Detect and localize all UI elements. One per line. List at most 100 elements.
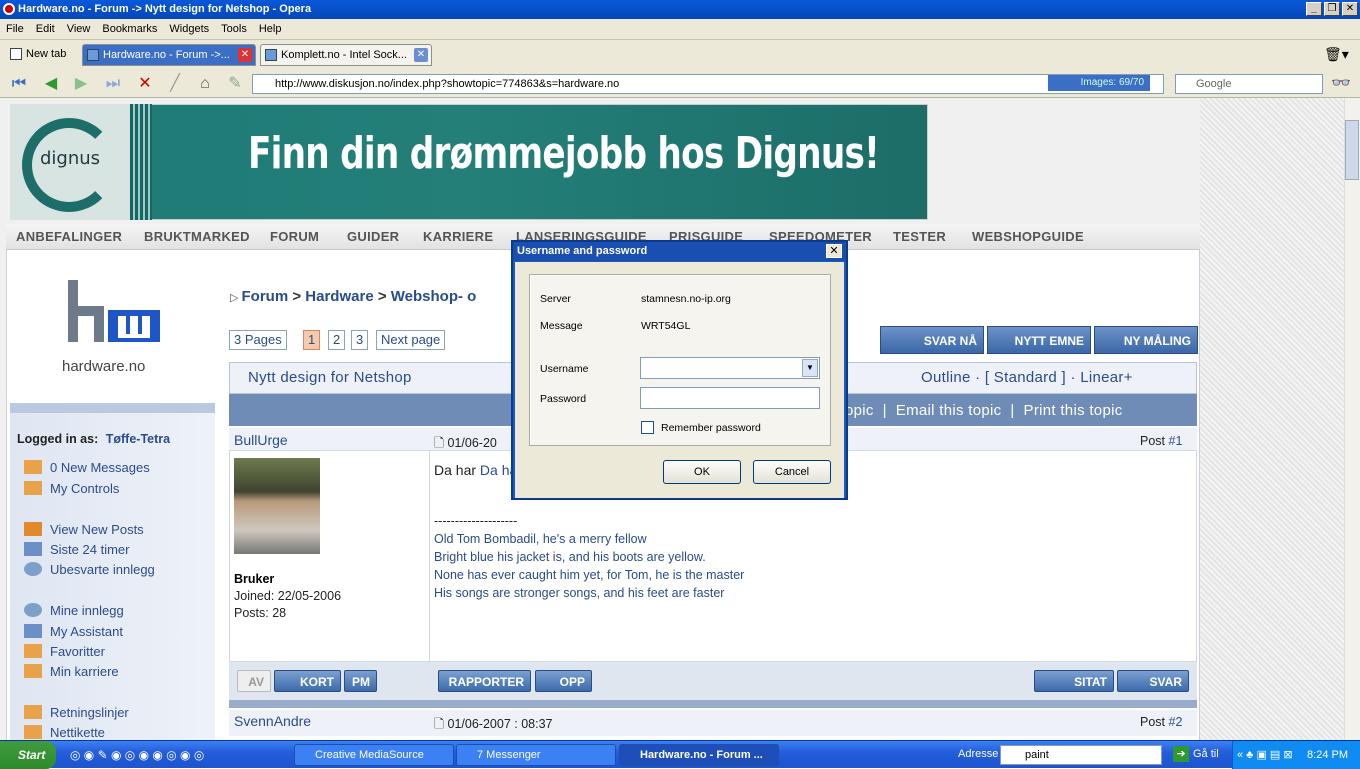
menu-file[interactable]: File bbox=[0, 19, 30, 40]
reply-button[interactable]: SVAR bbox=[1117, 670, 1189, 692]
edit-icon[interactable]: ╱ bbox=[164, 74, 186, 94]
sidebar-item-retningslinjer[interactable]: Retningslinjer bbox=[50, 705, 129, 720]
sidebar-item-min-karriere[interactable]: Min karriere bbox=[50, 664, 119, 679]
address-field[interactable]: http://www.diskusjon.no/index.php?showto… bbox=[252, 74, 1164, 94]
rewind-icon[interactable]: ⏮ bbox=[8, 74, 30, 94]
nav-webshopguide[interactable]: WEBSHOPGUIDE bbox=[972, 224, 1084, 250]
calendar-icon bbox=[24, 542, 42, 556]
pages-count[interactable]: 3 Pages bbox=[229, 330, 287, 350]
window-title: Hardware.no - Forum -> Nytt design for N… bbox=[18, 3, 312, 15]
nav-bruktmarked[interactable]: BRUKTMARKED bbox=[144, 224, 250, 250]
forward-icon[interactable]: ▶ bbox=[70, 74, 92, 94]
menu-bookmarks[interactable]: Bookmarks bbox=[96, 19, 163, 40]
nav-karriere[interactable]: KARRIERE bbox=[423, 224, 493, 250]
trash-icon[interactable]: 🗑▾ bbox=[1324, 46, 1349, 63]
task-opera[interactable]: Hardware.no - Forum ... bbox=[619, 744, 779, 766]
ok-button[interactable]: OK bbox=[663, 460, 741, 484]
sidebar-item-siste-24[interactable]: Siste 24 timer bbox=[50, 542, 129, 557]
go-arrow-icon[interactable]: ➔ bbox=[1173, 746, 1189, 762]
close-tab-icon[interactable]: ✕ bbox=[414, 48, 428, 62]
search-input[interactable]: Google bbox=[1175, 74, 1323, 94]
nav-tester[interactable]: TESTER bbox=[893, 224, 946, 250]
up-button[interactable]: OPP bbox=[535, 670, 592, 692]
cancel-button[interactable]: Cancel bbox=[753, 460, 831, 484]
tab-hardware[interactable]: Hardware.no - Forum ->... ✕ bbox=[82, 44, 256, 66]
topic-tools-links[interactable]: opic | Email this topic | Print this top… bbox=[845, 402, 1123, 419]
breadcrumb-hardware[interactable]: Hardware bbox=[305, 288, 373, 305]
page-2-link[interactable]: 2 bbox=[328, 330, 346, 350]
hardware-logo-text: hardware.no bbox=[62, 358, 146, 375]
nav-guider[interactable]: GUIDER bbox=[347, 224, 399, 250]
task-creative-mediasource[interactable]: Creative MediaSource bbox=[294, 744, 454, 766]
maximize-button[interactable]: ❐ bbox=[1324, 2, 1340, 16]
sidebar-item-ubesvarte[interactable]: Ubesvarte innlegg bbox=[50, 562, 155, 577]
task-messenger[interactable]: 7 Messenger bbox=[456, 744, 616, 766]
hardware-logo[interactable] bbox=[64, 280, 164, 350]
new-topic-button[interactable]: NYTT EMNE bbox=[987, 326, 1091, 354]
message-value: WRT54GL bbox=[641, 320, 691, 332]
go-label[interactable]: Gå til bbox=[1193, 748, 1219, 760]
sidebar-item-view-new-posts[interactable]: View New Posts bbox=[50, 522, 144, 537]
sidebar-item-nettikette[interactable]: Nettikette bbox=[50, 725, 105, 740]
sidebar-item-favoritter[interactable]: Favoritter bbox=[50, 644, 105, 659]
menu-help[interactable]: Help bbox=[253, 19, 288, 40]
pm-button[interactable]: PM bbox=[344, 670, 377, 692]
new-poll-button[interactable]: NY MÅLING bbox=[1094, 326, 1198, 354]
fast-forward-icon[interactable]: ⏭ bbox=[102, 74, 124, 94]
menu-edit[interactable]: Edit bbox=[30, 19, 61, 40]
dialog-fieldset: Server stamnesn.no-ip.org Message WRT54G… bbox=[529, 274, 831, 446]
glasses-icon[interactable]: 👓 bbox=[1330, 74, 1352, 94]
breadcrumb-webshop[interactable]: Webshop- o bbox=[391, 288, 477, 305]
home-icon[interactable]: ⌂ bbox=[194, 74, 216, 94]
sidebar-panel-header bbox=[10, 403, 215, 413]
sidebar-item-new-messages[interactable]: 0 New Messages bbox=[50, 460, 150, 475]
tab-komplett[interactable]: Komplett.no - Intel Sock... ✕ bbox=[260, 44, 432, 66]
close-window-button[interactable]: ✕ bbox=[1342, 2, 1358, 16]
vertical-scrollbar[interactable] bbox=[1344, 98, 1360, 740]
user-joined: Joined: 22/05-2006 bbox=[234, 589, 342, 603]
next-page-link[interactable]: Next page bbox=[376, 330, 446, 350]
back-icon[interactable]: ◀ bbox=[40, 74, 62, 94]
taskbar-address-input[interactable]: paint bbox=[1000, 745, 1162, 765]
close-tab-icon[interactable]: ✕ bbox=[238, 48, 252, 62]
sidebar-item-mine-innlegg[interactable]: Mine innlegg bbox=[50, 603, 124, 618]
dialog-close-button[interactable]: ✕ bbox=[826, 244, 842, 258]
wand-icon[interactable]: ✎ bbox=[224, 74, 246, 94]
page-3-link[interactable]: 3 bbox=[351, 330, 369, 350]
breadcrumb-forum[interactable]: Forum bbox=[242, 288, 289, 305]
password-field[interactable] bbox=[640, 387, 820, 409]
images-status[interactable]: Images: 69/70 bbox=[1048, 75, 1150, 91]
menu-view[interactable]: View bbox=[61, 19, 97, 40]
messages-icon bbox=[24, 460, 42, 474]
scrollbar-thumb[interactable] bbox=[1345, 120, 1359, 180]
minimize-button[interactable]: _ bbox=[1306, 2, 1322, 16]
auth-dialog: Username and password ✕ Server stamnesn.… bbox=[511, 240, 848, 500]
quote-button[interactable]: SITAT bbox=[1034, 670, 1114, 692]
new-tab-button[interactable]: New tab bbox=[6, 44, 78, 66]
nav-forum[interactable]: FORUM bbox=[270, 224, 319, 250]
username-link[interactable]: Tøffe-Tetra bbox=[106, 432, 170, 446]
post-author[interactable]: SvennAndre bbox=[234, 713, 311, 729]
start-button[interactable]: Start bbox=[0, 741, 56, 769]
server-value: stamnesn.no-ip.org bbox=[641, 293, 731, 305]
kort-button[interactable]: KORT bbox=[274, 670, 341, 692]
nav-anbefalinger[interactable]: ANBEFALINGER bbox=[16, 224, 122, 250]
stop-icon[interactable]: ✕ bbox=[134, 74, 156, 94]
hardware-logo-icon bbox=[68, 280, 160, 342]
quick-launch-icons[interactable]: ◎ ◉ ✎ ◉ ◎ ◉ ◉ ◎ ◉ ◎ bbox=[70, 748, 204, 762]
username-dropdown-icon[interactable]: ▼ bbox=[802, 359, 818, 377]
menu-tools[interactable]: Tools bbox=[215, 19, 253, 40]
view-mode-links[interactable]: Outline · [ Standard ] · Linear+ bbox=[921, 369, 1133, 386]
thread-title: Nytt design for Netshop bbox=[248, 369, 412, 386]
username-field[interactable]: ▼ bbox=[640, 357, 820, 379]
tray-icons[interactable]: « ♣ ▣ ▤ ⊠ bbox=[1237, 741, 1293, 769]
reply-now-button[interactable]: SVAR NÅ bbox=[880, 326, 984, 354]
sidebar-item-my-controls[interactable]: My Controls bbox=[50, 481, 119, 496]
menu-widgets[interactable]: Widgets bbox=[163, 19, 215, 40]
post-author[interactable]: BullUrge bbox=[234, 432, 288, 448]
report-button[interactable]: RAPPORTER bbox=[438, 670, 531, 692]
rules-icon bbox=[24, 705, 42, 719]
sidebar-item-my-assistant[interactable]: My Assistant bbox=[50, 624, 123, 639]
dialog-title: Username and password bbox=[513, 242, 846, 261]
remember-checkbox[interactable] bbox=[641, 421, 654, 434]
